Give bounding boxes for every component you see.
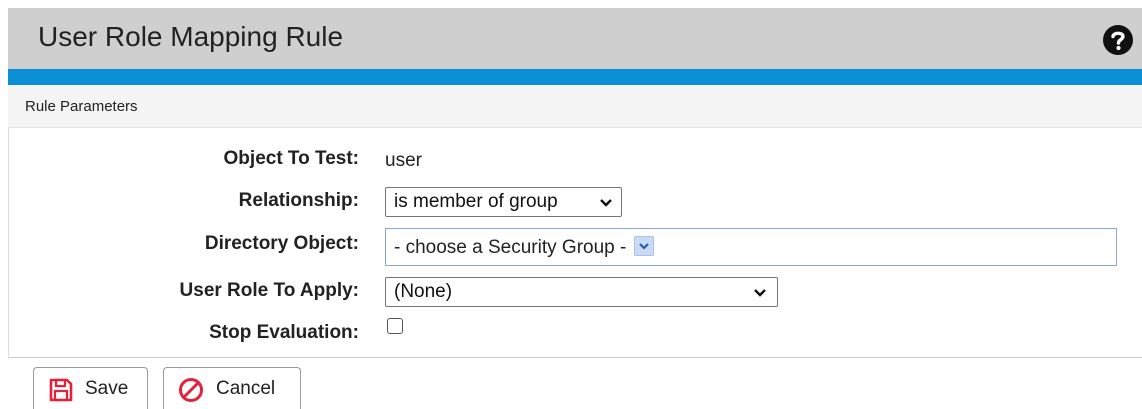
relationship-label: Relationship: [238,190,359,211]
cancel-button-label: Cancel [216,378,276,399]
title-bar: User Role Mapping Rule [8,8,1142,69]
object-to-test-value: user [385,150,422,171]
cancel-circle-icon [179,378,203,402]
save-button[interactable]: Save [33,367,148,409]
user-role-selected-value: (None) [394,281,453,302]
save-button-label: Save [85,378,129,399]
user-role-select[interactable]: (None) [385,277,778,307]
relationship-selected-value: is member of group [394,191,558,212]
user-role-label: User Role To Apply: [179,280,359,301]
accent-strip [8,69,1142,85]
stop-evaluation-checkbox[interactable] [387,318,403,334]
relationship-select[interactable]: is member of group [385,187,622,217]
cancel-button[interactable]: Cancel [163,367,301,409]
page-title: User Role Mapping Rule [38,21,344,52]
help-icon[interactable] [1102,24,1134,56]
directory-object-picker[interactable]: - choose a Security Group - [385,228,1117,266]
chevron-down-icon [754,289,766,297]
stop-evaluation-label: Stop Evaluation: [209,322,359,343]
directory-object-selected-value: - choose a Security Group - [394,237,627,258]
chevron-down-icon [600,199,612,207]
directory-object-content: - choose a Security Group - [394,235,654,259]
section-header: Rule Parameters [8,85,1142,128]
section-title: Rule Parameters [25,98,138,115]
directory-object-dropdown-button[interactable] [633,235,654,256]
floppy-disk-icon [49,378,73,402]
object-to-test-label: Object To Test: [223,148,359,169]
directory-object-label: Directory Object: [204,233,359,254]
chevron-down-icon [638,243,649,250]
